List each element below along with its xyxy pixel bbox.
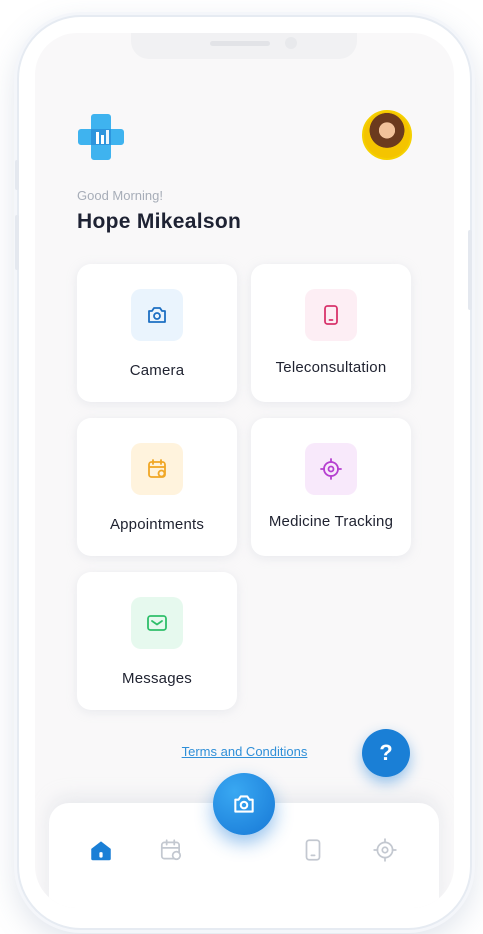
phone-icon <box>324 305 338 325</box>
appointments-card-label: Appointments <box>109 516 205 533</box>
nav-appointments[interactable] <box>157 836 185 864</box>
camera-icon <box>234 795 254 813</box>
phone-side-button <box>468 230 472 310</box>
help-button[interactable]: ? <box>362 729 410 777</box>
teleconsultation-card-label: Teleconsultation <box>275 359 387 376</box>
target-icon <box>373 838 397 862</box>
medicine-tracking-card[interactable]: Medicine Tracking <box>251 418 411 556</box>
medical-cross-logo-icon <box>77 112 125 160</box>
user-name: Hope Mikealson <box>77 210 242 233</box>
target-icon <box>320 458 342 480</box>
messages-card-label: Messages <box>122 670 192 687</box>
notch-camera <box>285 37 297 49</box>
appointments-tile <box>131 443 183 495</box>
app-screen: Good Morning! Hope Mikealson Camera Tele… <box>35 33 454 908</box>
medicine-tracking-tile <box>305 443 357 495</box>
messages-tile <box>131 597 183 649</box>
help-button-label: ? <box>379 740 393 765</box>
nav-medicine-tracking[interactable] <box>371 836 399 864</box>
camera-card-label: Camera <box>129 362 185 379</box>
nav-teleconsultation[interactable] <box>299 836 327 864</box>
calendar-icon <box>148 459 166 478</box>
camera-tile <box>131 289 183 341</box>
camera-fab-button[interactable] <box>213 773 275 835</box>
phone-side-button <box>15 160 19 190</box>
teleconsultation-card[interactable]: Teleconsultation <box>251 264 411 402</box>
phone-notch <box>131 33 357 59</box>
phone-icon <box>305 839 321 861</box>
avatar[interactable] <box>362 110 412 160</box>
camera-icon <box>148 307 166 323</box>
home-icon <box>91 841 111 861</box>
notch-speaker <box>210 41 270 46</box>
mail-icon <box>147 615 167 631</box>
teleconsultation-tile <box>305 289 357 341</box>
calendar-icon <box>160 839 182 861</box>
camera-card[interactable]: Camera <box>77 264 237 402</box>
messages-card[interactable]: Messages <box>77 572 237 710</box>
phone-side-button <box>15 215 19 270</box>
nav-home[interactable] <box>87 836 115 864</box>
greeting-text: Good Morning! <box>77 188 163 203</box>
medicine-tracking-card-label: Medicine Tracking <box>268 513 394 530</box>
appointments-card[interactable]: Appointments <box>77 418 237 556</box>
